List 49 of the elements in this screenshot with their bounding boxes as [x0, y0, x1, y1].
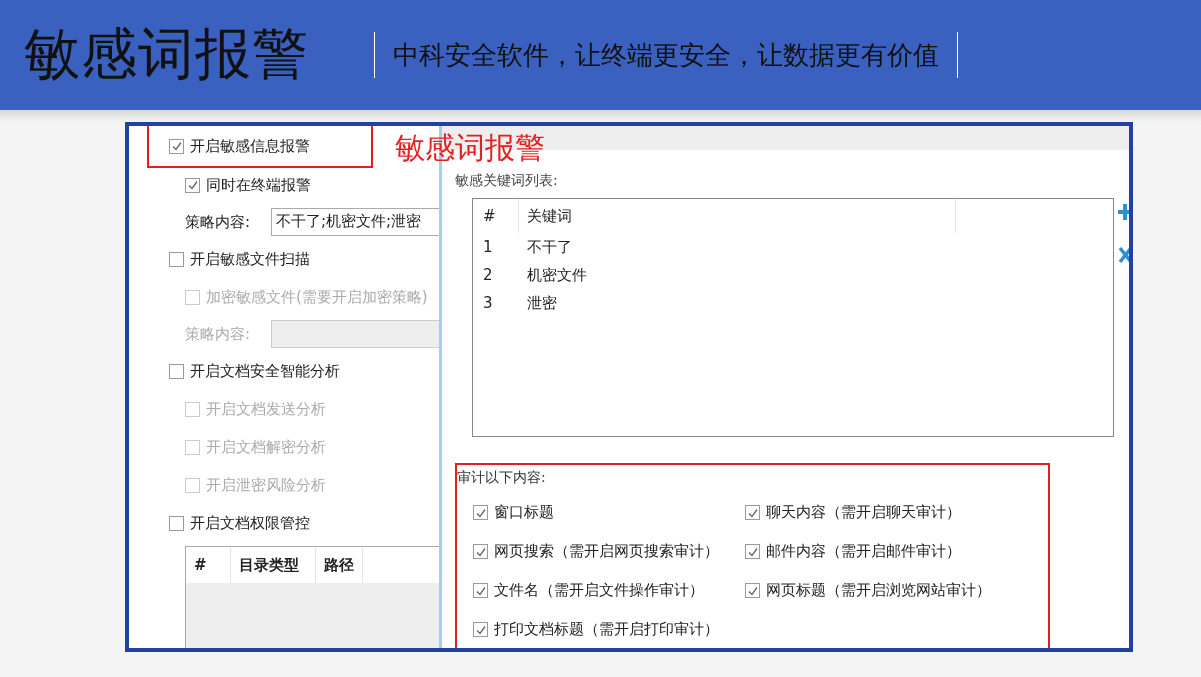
column-header: 路径 — [316, 547, 363, 583]
checkbox-label: 加密敏感文件(需要开启加密策略) — [206, 287, 428, 307]
checkbox[interactable] — [473, 622, 488, 637]
checkbox[interactable] — [473, 505, 488, 520]
checkbox[interactable] — [169, 138, 184, 154]
checkbox-label: 聊天内容（需开启聊天审计） — [766, 503, 961, 522]
table-cell-text: 不干了 — [527, 237, 573, 257]
checkbox[interactable] — [169, 515, 184, 531]
checkbox-label: 同时在终端报警 — [206, 175, 311, 195]
checkbox[interactable] — [169, 363, 184, 379]
checkbox-label: 网页搜索（需开启网页搜索审计） — [494, 542, 719, 561]
checkbox[interactable] — [185, 177, 200, 193]
table-cell-text: 1 — [483, 238, 494, 256]
field-label: 策略内容: — [185, 324, 252, 344]
checkbox[interactable] — [169, 251, 184, 267]
checkbox[interactable] — [745, 544, 760, 559]
checkbox-label: 网页标题（需开启浏览网站审计） — [766, 581, 991, 600]
checkbox-label: 打印文档标题（需开启打印审计） — [494, 620, 719, 639]
column-header: # — [483, 207, 497, 225]
table-cell-text: 3 — [483, 294, 494, 312]
checkbox[interactable] — [745, 505, 760, 520]
slogan: 中科安全软件，让终端更安全，让数据更有价值 — [392, 38, 940, 72]
field-label: 策略内容: — [185, 212, 252, 232]
close-icon[interactable] — [1118, 246, 1129, 264]
checkbox-label: 开启泄密风险分析 — [206, 475, 326, 495]
checkbox-label: 开启文档权限管控 — [190, 513, 310, 533]
column-header: 目录类型 — [231, 547, 316, 583]
table-cell-text: 2 — [483, 266, 494, 284]
column-header: 关键词 — [518, 199, 956, 233]
slide-title: 敏感词报警 — [24, 20, 310, 88]
checkbox-label: 窗口标题 — [494, 503, 554, 522]
checkbox-label: 邮件内容（需开启邮件审计） — [766, 542, 961, 561]
checkbox-label: 开启文档发送分析 — [206, 399, 326, 419]
checkbox-label: 开启敏感文件扫描 — [190, 249, 310, 269]
table-cell-text: 机密文件 — [527, 265, 588, 285]
section-label: 审计以下内容: — [457, 469, 547, 487]
annotation-label: 敏感词报警 — [395, 129, 545, 167]
checkbox[interactable] — [745, 583, 760, 598]
checkbox[interactable] — [473, 544, 488, 559]
checkbox-label: 开启文档解密分析 — [206, 437, 326, 457]
table-cell-text: 泄密 — [527, 293, 558, 313]
column-header: # — [186, 547, 231, 583]
checkbox-label: 开启文档安全智能分析 — [190, 361, 340, 381]
checkbox[interactable] — [473, 583, 488, 598]
list-label: 敏感关键词列表: — [455, 172, 559, 190]
add-icon[interactable] — [1118, 202, 1129, 222]
checkbox-label: 开启敏感信息报警 — [190, 136, 310, 156]
checkbox-label: 文件名（需开启文件操作审计） — [494, 581, 704, 600]
input-field[interactable]: 不干了;机密文件;泄密 — [271, 208, 441, 236]
